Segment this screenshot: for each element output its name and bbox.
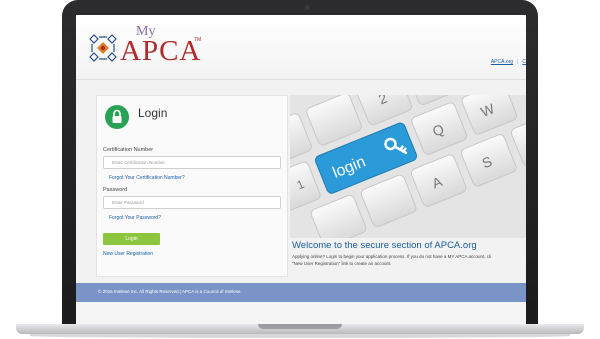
login-panel: Login Certification Number Enter Certifi… <box>96 95 288 277</box>
password-label: Password <box>103 187 128 193</box>
forgot-certification-link[interactable]: Forgot Your Certification Number? <box>109 175 185 181</box>
footer-bottom-area <box>76 302 526 325</box>
logo-trademark: TM <box>194 37 202 43</box>
apca-logo[interactable]: My APCA TM <box>88 24 218 69</box>
certification-number-input[interactable]: Enter Certification Number <box>103 156 281 169</box>
login-title: Login <box>138 106 168 120</box>
site-footer: © 2016 Intelese Inc. All Rights Reserved… <box>76 283 526 302</box>
intro-paragraph: Applying online? Login to begin your app… <box>292 254 492 266</box>
site-header: My APCA TM APCA.org | C <box>76 15 526 80</box>
logo-apca-text: APCA <box>120 35 202 67</box>
header-link-truncated[interactable]: C <box>522 59 526 65</box>
laptop-notch <box>258 324 342 329</box>
hero-keyboard-image: login Q W A S 1 2 ~ <box>290 95 526 238</box>
password-input[interactable]: Enter Password <box>103 196 281 209</box>
browser-screen: My APCA TM APCA.org | C Login Certificatio… <box>76 15 526 325</box>
certification-number-label: Certification Number <box>103 147 154 153</box>
header-links: APCA.org | C <box>491 59 526 65</box>
forgot-password-link[interactable]: Forgot Your Password? <box>109 215 161 221</box>
header-separator: | <box>517 59 519 65</box>
lock-icon <box>105 105 129 129</box>
footer-copyright: © 2016 Intelese Inc. All Rights Reserved… <box>98 289 242 294</box>
apca-org-link[interactable]: APCA.org <box>491 59 513 65</box>
laptop-shadow <box>30 334 570 338</box>
new-user-registration-link[interactable]: New User Registration <box>103 251 153 257</box>
login-button[interactable]: Login <box>103 233 160 245</box>
pattern-emblem-icon <box>89 34 117 62</box>
webcam-icon <box>305 5 310 10</box>
welcome-heading: Welcome to the secure section of APCA.or… <box>292 240 477 251</box>
